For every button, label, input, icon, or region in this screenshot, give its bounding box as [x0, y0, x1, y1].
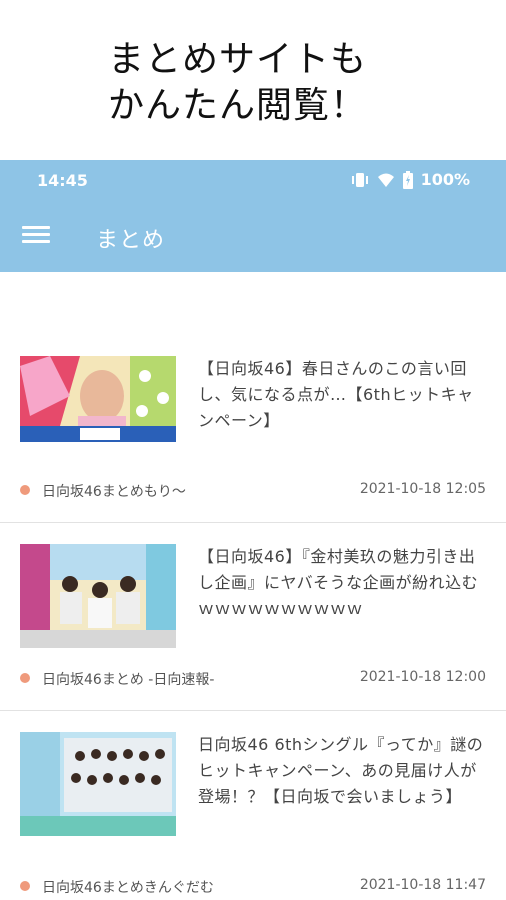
- battery-icon: [402, 170, 413, 189]
- promo-headline-2: かんたん閲覧！: [108, 85, 368, 126]
- source-dot-icon: [20, 673, 30, 683]
- list-item[interactable]: 【日向坂46】『金村美玖の魅力引き出し企画』にヤバそうな企画が紛れ込むｗｗｗｗｗ…: [0, 544, 506, 694]
- app-title: まとめ: [96, 228, 166, 253]
- article-title[interactable]: 【日向坂46】『金村美玖の魅力引き出し企画』にヤバそうな企画が紛れ込むｗｗｗｗｗ…: [198, 544, 484, 622]
- promo-banner: まとめサイトも かんたん閲覧！: [0, 0, 506, 160]
- status-bar: 14:45 100%: [0, 160, 506, 202]
- source-dot-icon: [20, 485, 30, 495]
- divider: [0, 710, 506, 711]
- promo-headline-1: まとめサイトも: [108, 39, 368, 80]
- article-title[interactable]: 【日向坂46】春日さんのこの言い回し、気になる点が…【6thヒットキャンペーン】: [198, 356, 484, 434]
- article-date: 2021-10-18 12:05: [359, 481, 486, 497]
- article-thumbnail: [20, 356, 176, 460]
- status-time: 14:45: [37, 171, 88, 190]
- wifi-icon: [377, 171, 395, 189]
- article-thumbnail: [20, 544, 176, 648]
- article-source: 日向坂46まとめもり〜: [42, 484, 186, 500]
- list-item[interactable]: 【日向坂46】春日さんのこの言い回し、気になる点が…【6thヒットキャンペーン】…: [0, 356, 506, 506]
- divider: [0, 522, 506, 523]
- article-title[interactable]: 日向坂46 6thシングル『ってか』謎のヒットキャンペーン、あの見届け人が登場！…: [198, 732, 484, 810]
- battery-percent: 100%: [420, 170, 470, 189]
- article-date: 2021-10-18 12:00: [359, 669, 486, 685]
- vibrate-icon: [351, 171, 369, 189]
- source-dot-icon: [20, 881, 30, 891]
- list-item[interactable]: 日向坂46 6thシングル『ってか』謎のヒットキャンペーン、あの見届け人が登場！…: [0, 732, 506, 900]
- article-date: 2021-10-18 11:47: [359, 877, 486, 893]
- article-source: 日向坂46まとめきんぐだむ: [42, 880, 214, 896]
- hamburger-menu-icon[interactable]: [22, 222, 50, 250]
- article-thumbnail: [20, 732, 176, 836]
- app-bar: まとめ: [0, 202, 506, 272]
- article-source: 日向坂46まとめ -日向速報-: [42, 672, 215, 688]
